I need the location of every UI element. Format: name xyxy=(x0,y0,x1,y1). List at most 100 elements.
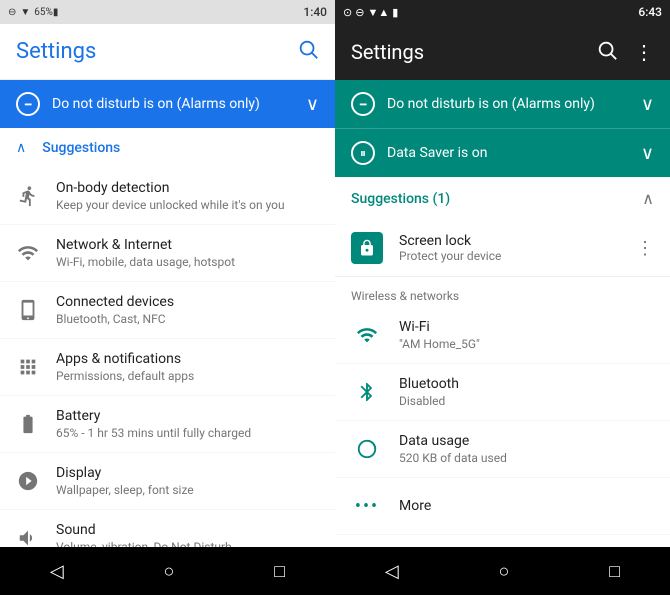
bluetooth-icon xyxy=(351,376,383,408)
wifi-signal-icon: ▼ xyxy=(20,7,30,18)
apps-title: Apps & notifications xyxy=(56,351,319,367)
right-header-icons: ⋮ xyxy=(596,39,654,66)
setting-network[interactable]: Network & Internet Wi-Fi, mobile, data u… xyxy=(0,225,335,282)
left-time: 1:40 xyxy=(303,5,327,19)
right-search-icon[interactable] xyxy=(596,39,618,66)
battery-title: Battery xyxy=(56,408,319,424)
apps-icon xyxy=(16,355,40,379)
left-dnd-chevron: ∨ xyxy=(306,94,319,115)
right-settings-list: Wi-Fi "AM Home_5G" Bluetooth Disabled xyxy=(335,307,670,535)
left-header: Settings xyxy=(0,24,335,80)
left-dnd-text: Do not disturb is on (Alarms only) xyxy=(52,96,294,112)
left-back-button[interactable]: ◁ xyxy=(42,553,72,590)
setting-battery[interactable]: Battery 65% - 1 hr 53 mins until fully c… xyxy=(0,396,335,453)
right-dnd-icon: ⊖ xyxy=(355,6,364,19)
network-subtitle: Wi-Fi, mobile, data usage, hotspot xyxy=(56,255,319,269)
wifi-title: Wi-Fi xyxy=(399,319,654,335)
left-recent-button[interactable]: □ xyxy=(266,553,293,590)
setting-on-body-detection[interactable]: On-body detection Keep your device unloc… xyxy=(0,168,335,225)
left-settings-list: On-body detection Keep your device unloc… xyxy=(0,168,335,547)
data-usage-text: Data usage 520 KB of data used xyxy=(399,433,654,465)
right-more-icon[interactable]: ⋮ xyxy=(634,40,654,64)
bluetooth-subtitle: Disabled xyxy=(399,394,654,408)
setting-wifi[interactable]: Wi-Fi "AM Home_5G" xyxy=(335,307,670,364)
wifi-icon xyxy=(351,319,383,351)
right-panel: ⊙ ⊖ ▼▲ ▮ 6:43 Settings ⋮ − Do not distur… xyxy=(335,0,670,595)
setting-data-usage[interactable]: Data usage 520 KB of data used xyxy=(335,421,670,478)
battery-text: Battery 65% - 1 hr 53 mins until fully c… xyxy=(56,408,319,440)
wireless-section-label: Wireless & networks xyxy=(335,277,670,307)
more-text: More xyxy=(399,498,654,514)
sound-text: Sound Volume, vibration, Do Not Disturb xyxy=(56,522,319,547)
right-title: Settings xyxy=(351,40,596,64)
connected-devices-text: Connected devices Bluetooth, Cast, NFC xyxy=(56,294,319,326)
screen-lock-icon xyxy=(351,232,383,264)
apps-subtitle: Permissions, default apps xyxy=(56,369,319,383)
right-home-button[interactable]: ○ xyxy=(491,553,518,590)
right-time: 6:43 xyxy=(638,5,662,19)
left-dnd-icon: − xyxy=(16,92,40,116)
bluetooth-title: Bluetooth xyxy=(399,376,654,392)
setting-bluetooth[interactable]: Bluetooth Disabled xyxy=(335,364,670,421)
bluetooth-text: Bluetooth Disabled xyxy=(399,376,654,408)
right-status-icons: ⊙ ⊖ ▼▲ ▮ xyxy=(343,6,398,19)
screen-lock-title: Screen lock xyxy=(399,233,620,249)
right-header: Settings ⋮ xyxy=(335,24,670,80)
connected-devices-subtitle: Bluetooth, Cast, NFC xyxy=(56,312,319,326)
connected-devices-icon xyxy=(16,298,40,322)
setting-connected-devices[interactable]: Connected devices Bluetooth, Cast, NFC xyxy=(0,282,335,339)
battery-icon: 65%▮ xyxy=(34,7,58,18)
screen-lock-text: Screen lock Protect your device xyxy=(399,233,620,263)
setting-apps[interactable]: Apps & notifications Permissions, defaul… xyxy=(0,339,335,396)
left-status-icons: ⊖ ▼ 65%▮ xyxy=(8,7,58,18)
left-dnd-banner[interactable]: − Do not disturb is on (Alarms only) ∨ xyxy=(0,80,335,128)
right-dnd-banner[interactable]: − Do not disturb is on (Alarms only) ∨ xyxy=(335,80,670,128)
display-title: Display xyxy=(56,465,319,481)
connected-devices-title: Connected devices xyxy=(56,294,319,310)
dnd-icon: ⊖ xyxy=(8,7,16,18)
display-text: Display Wallpaper, sleep, font size xyxy=(56,465,319,497)
data-usage-subtitle: 520 KB of data used xyxy=(399,451,654,465)
right-suggestions-header[interactable]: Suggestions (1) ∧ xyxy=(335,177,670,220)
left-search-icon[interactable] xyxy=(297,38,319,65)
sound-title: Sound xyxy=(56,522,319,538)
right-suggestions-label: Suggestions (1) xyxy=(351,191,642,207)
left-suggestions-chevron-icon: ∧ xyxy=(16,140,26,156)
datasaver-banner[interactable]: ⏸ Data Saver is on ∨ xyxy=(335,128,670,177)
left-panel: ⊖ ▼ 65%▮ 1:40 Settings − Do not disturb … xyxy=(0,0,335,595)
network-text: Network & Internet Wi-Fi, mobile, data u… xyxy=(56,237,319,269)
data-usage-title: Data usage xyxy=(399,433,654,449)
right-suggestions-chevron-icon: ∧ xyxy=(642,189,654,208)
right-signal-icon: ▼▲ xyxy=(367,6,389,19)
more-title: More xyxy=(399,498,654,514)
apps-text: Apps & notifications Permissions, defaul… xyxy=(56,351,319,383)
screen-lock-more-icon[interactable]: ⋮ xyxy=(636,238,654,259)
left-suggestions-label: Suggestions xyxy=(42,140,120,156)
battery-setting-icon xyxy=(16,412,40,436)
display-subtitle: Wallpaper, sleep, font size xyxy=(56,483,319,497)
right-dnd-text: Do not disturb is on (Alarms only) xyxy=(387,96,629,112)
battery-subtitle: 65% - 1 hr 53 mins until fully charged xyxy=(56,426,319,440)
on-body-icon xyxy=(16,184,40,208)
right-back-button[interactable]: ◁ xyxy=(377,553,407,590)
network-title: Network & Internet xyxy=(56,237,319,253)
screen-lock-suggestion[interactable]: Screen lock Protect your device ⋮ xyxy=(335,220,670,277)
status-bar-right: ⊙ ⊖ ▼▲ ▮ 6:43 xyxy=(335,0,670,24)
datasaver-chevron: ∨ xyxy=(641,143,654,164)
wifi-subtitle: "AM Home_5G" xyxy=(399,337,654,351)
on-body-text: On-body detection Keep your device unloc… xyxy=(56,180,319,212)
setting-display[interactable]: Display Wallpaper, sleep, font size xyxy=(0,453,335,510)
right-recent-button[interactable]: □ xyxy=(601,553,628,590)
network-icon xyxy=(16,241,40,265)
datasaver-pause-icon: ⏸ xyxy=(351,141,375,165)
right-dnd-minus-icon: − xyxy=(351,92,375,116)
wifi-text: Wi-Fi "AM Home_5G" xyxy=(399,319,654,351)
on-body-subtitle: Keep your device unlocked while it's on … xyxy=(56,198,319,212)
left-suggestions-header[interactable]: ∧ Suggestions xyxy=(0,128,335,168)
right-battery-icon: ▮ xyxy=(392,6,398,19)
sound-icon xyxy=(16,526,40,547)
setting-more[interactable]: ••• More xyxy=(335,478,670,535)
display-icon xyxy=(16,469,40,493)
setting-sound[interactable]: Sound Volume, vibration, Do Not Disturb xyxy=(0,510,335,547)
left-home-button[interactable]: ○ xyxy=(156,553,183,590)
